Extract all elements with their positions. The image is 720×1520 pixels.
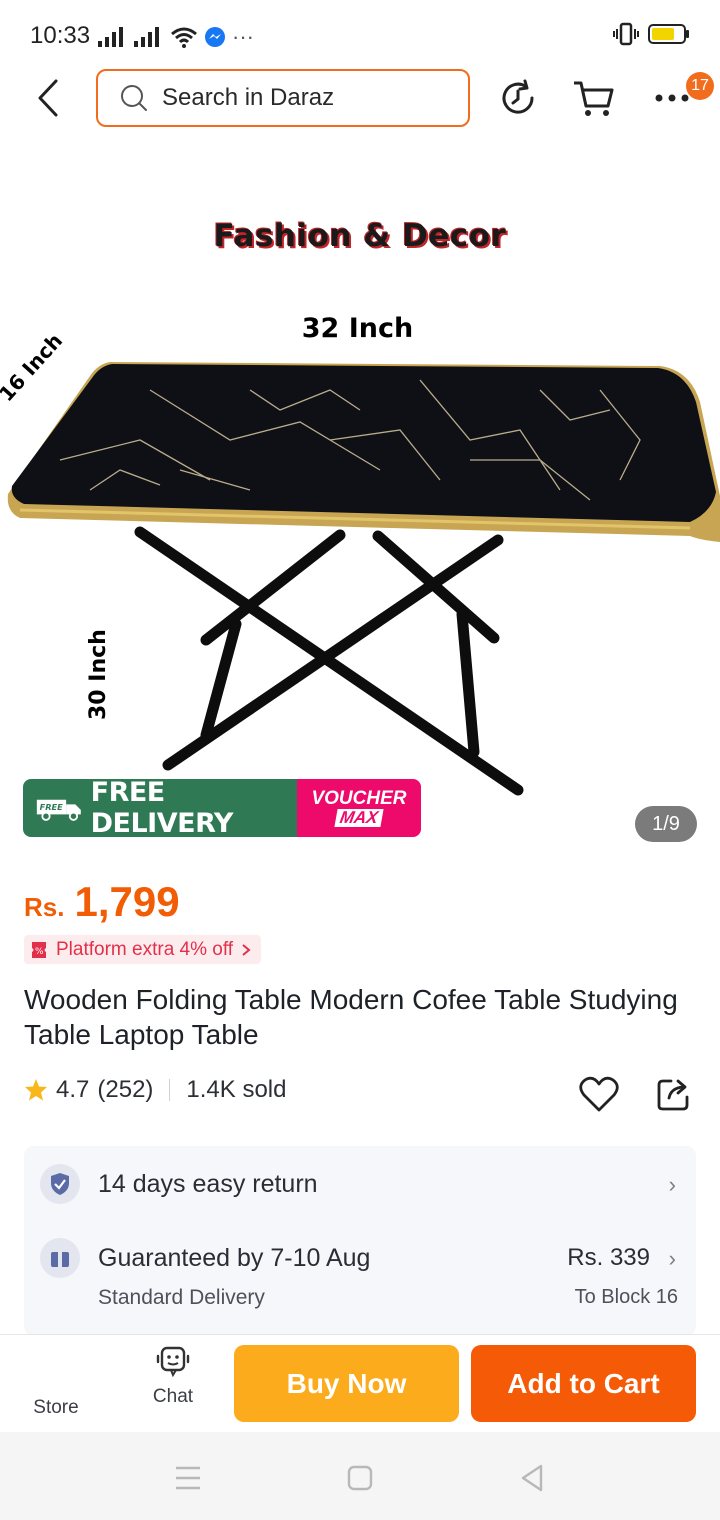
store-label: Store [33,1397,79,1418]
status-time: 10:33 [30,22,91,49]
history-icon [502,79,534,114]
delivery-location: To Block 16 [574,1286,678,1308]
product-title: Wooden Folding Table Modern Cofee Table … [24,984,678,1050]
status-icons: ··· [98,24,254,50]
coupon-icon: % [32,941,46,958]
chat-button[interactable]: Chat [138,1345,208,1408]
chat-icon [156,1346,190,1378]
rating-value: 4.7 [56,1076,90,1103]
delivery-truck-icon: FREE [36,799,81,821]
history-button[interactable] [496,76,540,120]
rating-row[interactable]: 4.7 (252) 1.4K sold [24,1076,286,1104]
home-button[interactable] [340,1460,380,1496]
review-count: (252) [97,1076,154,1103]
free-delivery-tag: FREE FREE DELIVERY [23,779,297,837]
header: Search in Daraz [0,66,720,130]
price-currency: Rs. [24,892,65,922]
heart-icon [579,1076,619,1112]
chevron-right-icon: › [668,1246,676,1271]
cart-badge: 17 [686,72,714,100]
home-square-icon [347,1465,373,1491]
more-icon [655,94,689,102]
status-right [612,22,690,46]
image-counter: 1/9 [635,806,697,842]
bottom-action-bar: Store Chat Buy Now Add to Cart [0,1334,720,1432]
share-button[interactable] [651,1072,695,1116]
promo-banner: FREE FREE DELIVERY VOUCHER MAX [23,779,421,837]
search-input[interactable]: Search in Daraz [96,69,470,127]
cart-button[interactable] [572,76,616,120]
messenger-icon [205,27,225,47]
share-icon [657,1079,689,1111]
return-policy-text: 14 days easy return [98,1170,318,1198]
back-button[interactable] [30,78,66,118]
shield-icon [40,1164,80,1204]
product-price: Rs. 1,799 [24,878,180,926]
back-triangle-icon [521,1464,543,1492]
delivery-fee: Rs. 339 [567,1244,650,1271]
delivery-row[interactable]: Guaranteed by 7-10 Aug Standard Delivery… [24,1222,696,1336]
voucher-max-tag: VOUCHER MAX [297,779,421,837]
buy-now-button[interactable]: Buy Now [234,1345,459,1422]
delivery-box-icon [40,1238,80,1278]
svg-text:%: % [35,947,44,957]
product-image-gallery[interactable]: Fashion & Decor 32 Inch 16 Inch 30 Inch [0,140,720,860]
add-to-cart-button[interactable]: Add to Cart [471,1345,696,1422]
return-policy-row[interactable]: 14 days easy return › [24,1146,696,1222]
store-button[interactable]: Store [20,1397,92,1419]
voucher-max-text: MAX [334,808,384,827]
voucher-text: VOUCHER [311,788,407,809]
free-delivery-text: FREE DELIVERY [90,779,234,837]
delivery-type-text: Standard Delivery [98,1286,265,1309]
sold-count: 1.4K sold [186,1076,287,1103]
platform-offer-text: Platform extra 4% off [56,938,234,960]
search-icon [121,85,147,111]
system-back-button[interactable] [512,1460,552,1496]
signal-icon [134,27,159,47]
vibrate-icon [613,22,639,46]
free-badge-text: FREE [40,802,64,812]
rating-divider [169,1079,171,1101]
system-navigation-bar [0,1432,720,1520]
delivery-date-text: Guaranteed by 7-10 Aug [98,1244,371,1272]
chevron-right-icon: › [668,1172,676,1197]
wifi-icon [171,27,197,48]
chat-label: Chat [152,1386,194,1407]
back-arrow-icon [38,79,58,117]
platform-offer-tag[interactable]: % Platform extra 4% off [24,935,262,964]
search-placeholder: Search in Daraz [162,84,335,111]
chevron-right-icon [242,943,251,956]
cart-icon [574,81,614,116]
status-bar: 10:33 ··· [0,0,720,70]
signal-icon [98,27,123,47]
more-status-icon: ··· [232,24,254,49]
table-illustration [7,362,720,796]
menu-icon [176,1466,200,1490]
wishlist-button[interactable] [577,1072,621,1116]
star-icon [25,1079,47,1101]
recent-apps-button[interactable] [168,1460,208,1496]
service-info-card: 14 days easy return › Guaranteed by 7-10… [24,1146,696,1336]
price-value: 1,799 [74,878,180,925]
battery-icon [648,24,689,44]
